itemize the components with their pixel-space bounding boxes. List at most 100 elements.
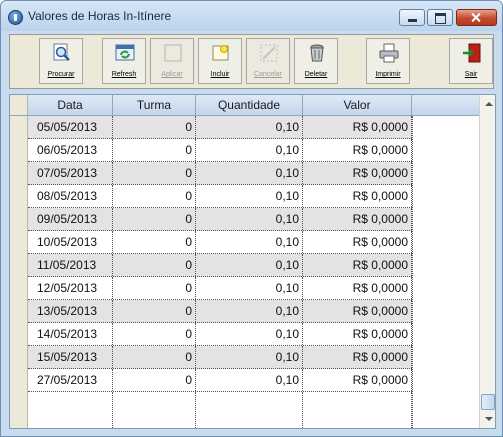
minimize-button[interactable] bbox=[399, 9, 425, 26]
imprimir-button[interactable]: Imprimir bbox=[366, 38, 410, 84]
cell-turma[interactable]: 0 bbox=[113, 300, 196, 322]
deletar-label: Deletar bbox=[304, 71, 328, 78]
table-row[interactable]: 27/05/2013 0 0,10 R$ 0,0000 bbox=[28, 369, 412, 392]
cell-quantidade[interactable]: 0,10 bbox=[196, 300, 303, 322]
col-header-turma[interactable]: Turma bbox=[113, 95, 196, 116]
cell-turma[interactable]: 0 bbox=[113, 185, 196, 207]
cell-turma[interactable]: 0 bbox=[113, 231, 196, 253]
cell-valor[interactable]: R$ 0,0000 bbox=[303, 116, 412, 138]
cell-quantidade[interactable] bbox=[196, 392, 303, 428]
cell-valor[interactable]: R$ 0,0000 bbox=[303, 185, 412, 207]
scroll-up-arrow-icon[interactable] bbox=[481, 96, 495, 112]
cell-data[interactable]: 07/05/2013 bbox=[28, 162, 113, 184]
cell-valor[interactable]: R$ 0,0000 bbox=[303, 231, 412, 253]
col-header-data[interactable]: Data bbox=[28, 95, 113, 116]
cell-valor[interactable]: R$ 0,0000 bbox=[303, 369, 412, 391]
table-row[interactable]: 13/05/2013 0 0,10 R$ 0,0000 bbox=[28, 300, 412, 323]
cell-quantidade[interactable]: 0,10 bbox=[196, 346, 303, 368]
incluir-label: Incluir bbox=[210, 71, 230, 78]
cancelar-label: Cancelar bbox=[253, 71, 282, 78]
cell-data[interactable]: 15/05/2013 bbox=[28, 346, 113, 368]
table-row[interactable]: 09/05/2013 0 0,10 R$ 0,0000 bbox=[28, 208, 412, 231]
table-row[interactable]: 14/05/2013 0 0,10 R$ 0,0000 bbox=[28, 323, 412, 346]
cell-turma[interactable]: 0 bbox=[113, 116, 196, 138]
cancel-icon bbox=[260, 44, 278, 62]
vertical-scrollbar[interactable] bbox=[479, 95, 495, 428]
cell-quantidade[interactable]: 0,10 bbox=[196, 139, 303, 161]
table-row[interactable]: 12/05/2013 0 0,10 R$ 0,0000 bbox=[28, 277, 412, 300]
col-header-quantidade[interactable]: Quantidade bbox=[196, 95, 303, 116]
cell-turma[interactable]: 0 bbox=[113, 162, 196, 184]
refresh-button[interactable]: Refresh bbox=[102, 38, 146, 84]
table-row[interactable]: 11/05/2013 0 0,10 R$ 0,0000 bbox=[28, 254, 412, 277]
cell-turma[interactable]: 0 bbox=[113, 254, 196, 276]
cell-data[interactable]: 10/05/2013 bbox=[28, 231, 113, 253]
cell-quantidade[interactable]: 0,10 bbox=[196, 231, 303, 253]
cell-turma[interactable]: 0 bbox=[113, 346, 196, 368]
table-row-new[interactable] bbox=[28, 392, 412, 428]
deletar-button[interactable]: Deletar bbox=[294, 38, 338, 84]
cell-quantidade[interactable]: 0,10 bbox=[196, 162, 303, 184]
search-icon bbox=[53, 43, 70, 61]
data-grid[interactable]: Data Turma Quantidade Valor 05/05/2013 0 0… bbox=[9, 94, 496, 429]
maximize-button[interactable] bbox=[427, 9, 453, 26]
cell-valor[interactable]: R$ 0,0000 bbox=[303, 162, 412, 184]
table-row[interactable]: 15/05/2013 0 0,10 R$ 0,0000 bbox=[28, 346, 412, 369]
cell-data[interactable]: 12/05/2013 bbox=[28, 277, 113, 299]
cell-valor[interactable]: R$ 0,0000 bbox=[303, 346, 412, 368]
cell-quantidade[interactable]: 0,10 bbox=[196, 323, 303, 345]
cell-valor[interactable]: R$ 0,0000 bbox=[303, 277, 412, 299]
refresh-icon bbox=[115, 44, 135, 61]
cell-data[interactable]: 14/05/2013 bbox=[28, 323, 113, 345]
table-row[interactable]: 10/05/2013 0 0,10 R$ 0,0000 bbox=[28, 231, 412, 254]
row-indicator-column bbox=[10, 116, 28, 428]
cell-data[interactable]: 11/05/2013 bbox=[28, 254, 113, 276]
sair-label: Sair bbox=[464, 71, 478, 78]
cell-data[interactable]: 06/05/2013 bbox=[28, 139, 113, 161]
procurar-button[interactable]: Procurar bbox=[39, 38, 83, 84]
cell-data[interactable]: 08/05/2013 bbox=[28, 185, 113, 207]
cell-quantidade[interactable]: 0,10 bbox=[196, 116, 303, 138]
scroll-down-arrow-icon[interactable] bbox=[481, 411, 495, 427]
cell-valor[interactable] bbox=[303, 392, 412, 428]
cell-quantidade[interactable]: 0,10 bbox=[196, 185, 303, 207]
cell-turma[interactable] bbox=[113, 392, 196, 428]
scroll-thumb[interactable] bbox=[481, 394, 495, 410]
cell-valor[interactable]: R$ 0,0000 bbox=[303, 323, 412, 345]
cell-turma[interactable]: 0 bbox=[113, 277, 196, 299]
cell-turma[interactable]: 0 bbox=[113, 208, 196, 230]
title-bar[interactable]: Valores de Horas In-Itínere bbox=[1, 1, 502, 31]
cell-data[interactable]: 05/05/2013 bbox=[28, 116, 113, 138]
cell-quantidade[interactable]: 0,10 bbox=[196, 277, 303, 299]
sair-button[interactable]: Sair bbox=[449, 38, 493, 84]
cell-turma[interactable]: 0 bbox=[113, 139, 196, 161]
imprimir-label: Imprimir bbox=[375, 71, 401, 78]
cell-valor[interactable]: R$ 0,0000 bbox=[303, 254, 412, 276]
cell-valor[interactable]: R$ 0,0000 bbox=[303, 139, 412, 161]
cell-data[interactable]: 27/05/2013 bbox=[28, 369, 113, 391]
cell-valor[interactable]: R$ 0,0000 bbox=[303, 300, 412, 322]
cancelar-button[interactable]: Cancelar bbox=[246, 38, 290, 84]
cell-valor[interactable]: R$ 0,0000 bbox=[303, 208, 412, 230]
app-window: Valores de Horas In-Itínere Procurar Ref… bbox=[0, 0, 503, 437]
cell-turma[interactable]: 0 bbox=[113, 323, 196, 345]
cell-quantidade[interactable]: 0,10 bbox=[196, 369, 303, 391]
refresh-label: Refresh bbox=[111, 71, 137, 78]
close-button[interactable] bbox=[456, 9, 497, 26]
cell-quantidade[interactable]: 0,10 bbox=[196, 254, 303, 276]
table-row[interactable]: 05/05/2013 0 0,10 R$ 0,0000 bbox=[28, 116, 412, 139]
cell-data[interactable] bbox=[28, 392, 113, 428]
col-header-valor[interactable]: Valor bbox=[303, 95, 412, 116]
cell-data[interactable]: 09/05/2013 bbox=[28, 208, 113, 230]
cell-turma[interactable]: 0 bbox=[113, 369, 196, 391]
table-row[interactable]: 07/05/2013 0 0,10 R$ 0,0000 bbox=[28, 162, 412, 185]
cell-quantidade[interactable]: 0,10 bbox=[196, 208, 303, 230]
table-row[interactable]: 08/05/2013 0 0,10 R$ 0,0000 bbox=[28, 185, 412, 208]
incluir-button[interactable]: Incluir bbox=[198, 38, 242, 84]
grid-empty-area bbox=[412, 116, 478, 428]
table-row[interactable]: 06/05/2013 0 0,10 R$ 0,0000 bbox=[28, 139, 412, 162]
printer-icon bbox=[379, 43, 399, 63]
app-info-icon bbox=[8, 10, 23, 25]
cell-data[interactable]: 13/05/2013 bbox=[28, 300, 113, 322]
aplicar-button[interactable]: Aplicar bbox=[150, 38, 194, 84]
